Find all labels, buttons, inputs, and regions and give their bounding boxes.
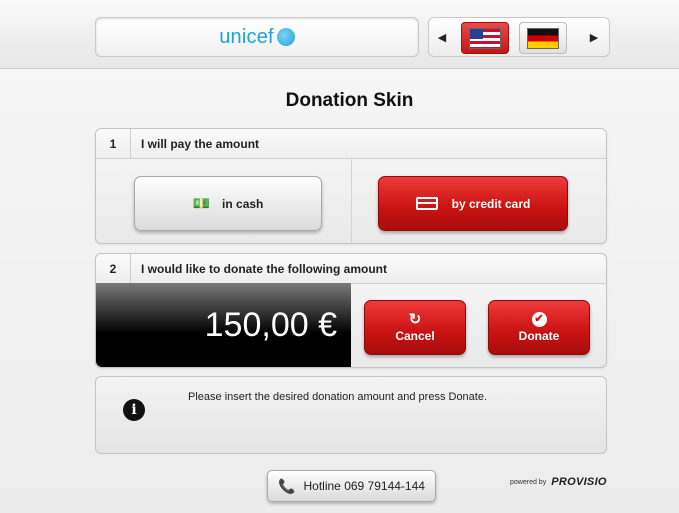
step-label: I will pay the amount [141,136,260,151]
kiosk-screen: unicef ◀ ▶ Donation Skin 1 I will pay th… [0,0,679,513]
step-number: 1 [96,129,131,158]
amount-display: 150,00 € [96,283,351,367]
language-english-button[interactable] [461,22,509,54]
logo-box: unicef [95,17,419,57]
unicef-globe-icon [276,28,295,46]
cash-icon: 💵 [192,195,211,211]
language-german-button[interactable] [519,22,567,54]
cancel-button[interactable]: ↻ Cancel [364,300,466,355]
page-title: Donation Skin [285,90,414,111]
provisio-logo: PROVISIO [551,476,607,488]
donate-label: Donate [518,329,560,343]
pay-card-label: by credit card [451,196,531,211]
powered-by-label: powered by [510,478,547,486]
divider [351,158,352,243]
donation-amount-panel: 2 I would like to donate the following a… [95,253,607,368]
step-label: I would like to donate the following amo… [141,261,387,276]
check-icon: ✔ [531,312,547,327]
phone-icon: 📞 [278,477,296,494]
donate-button[interactable]: ✔ Donate [488,300,590,355]
pay-card-button[interactable]: by credit card [378,176,568,231]
step-number: 2 [96,254,131,283]
payment-method-panel: 1 I will pay the amount 💵 in cash by cre… [95,128,607,244]
powered-by: powered by PROVISIO [510,476,607,488]
language-next-button[interactable]: ▶ [586,24,602,50]
info-icon: i [123,399,145,421]
us-flag-icon [469,27,501,49]
info-message: Please insert the desired donation amoun… [188,391,488,403]
header-bar: unicef ◀ ▶ [0,0,679,69]
donation-amount-header: 2 I would like to donate the following a… [96,254,606,284]
language-selector: ◀ ▶ [428,17,610,57]
pay-cash-label: in cash [222,196,264,211]
hotline-button[interactable]: 📞 Hotline 069 79144-144 [267,470,436,502]
cancel-label: Cancel [395,329,435,343]
undo-icon: ↻ [408,311,422,328]
language-prev-button[interactable]: ◀ [434,24,450,50]
payment-method-header: 1 I will pay the amount [96,129,606,159]
hotline-label: Hotline 069 79144-144 [303,479,425,493]
german-flag-icon [527,27,559,49]
pay-cash-button[interactable]: 💵 in cash [134,176,322,231]
info-panel: i Please insert the desired donation amo… [95,376,607,454]
credit-card-icon [415,197,438,210]
unicef-logo: unicef [219,25,274,48]
